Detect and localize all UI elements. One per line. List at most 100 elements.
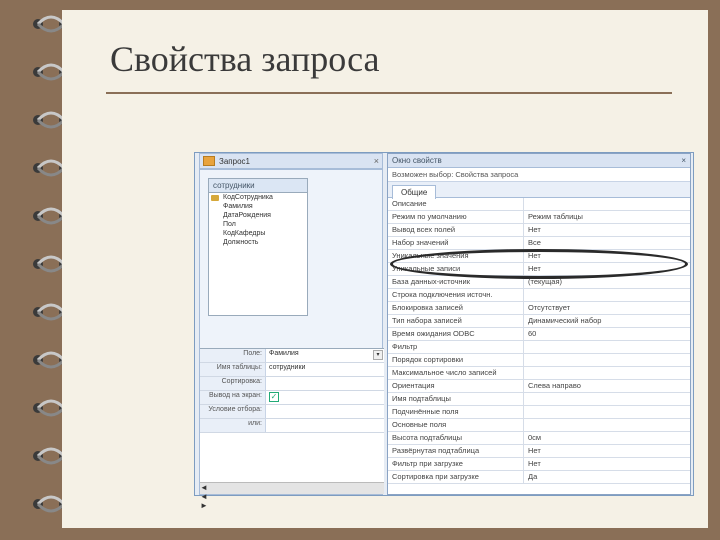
property-name: Вывод всех полей — [388, 224, 524, 236]
grid-value[interactable]: Фамилия▾ — [266, 349, 384, 362]
property-name: Описание — [388, 198, 524, 210]
property-row[interactable]: Имя подтаблицы — [388, 393, 690, 406]
property-row[interactable]: Уникальные записиНет — [388, 263, 690, 276]
property-row[interactable]: Вывод всех полейНет — [388, 224, 690, 237]
query-tab-label: Запрос1 — [219, 157, 250, 166]
property-value[interactable] — [524, 341, 690, 353]
property-row[interactable]: Набор значенийВсе — [388, 237, 690, 250]
property-row[interactable]: Описание — [388, 198, 690, 211]
property-value[interactable]: Нет — [524, 263, 690, 275]
query-tab[interactable]: Запрос1 × — [199, 153, 383, 169]
property-row[interactable]: Максимальное число записей — [388, 367, 690, 380]
scroll-left-icon[interactable]: ◄ — [200, 483, 384, 492]
property-value[interactable]: Динамический набор — [524, 315, 690, 327]
field-item[interactable]: Фамилия — [209, 202, 307, 211]
table-header: сотрудники — [209, 179, 307, 193]
field-item[interactable]: КодКафедры — [209, 229, 307, 238]
grid-row[interactable]: Условие отбора: — [200, 405, 384, 419]
query-grid: Поле:Фамилия▾Имя таблицы:сотрудникиСорти… — [200, 348, 384, 494]
grid-label: Поле: — [200, 349, 266, 362]
property-row[interactable]: Время ожидания ODBC60 — [388, 328, 690, 341]
grid-row[interactable]: Имя таблицы:сотрудники — [200, 363, 384, 377]
property-name: Основные поля — [388, 419, 524, 431]
field-item[interactable]: Пол — [209, 220, 307, 229]
scroll-left-icon[interactable]: ◄ — [200, 492, 384, 501]
property-value[interactable] — [524, 406, 690, 418]
property-name: Уникальные записи — [388, 263, 524, 275]
properties-tabstrip: Общие — [388, 182, 690, 198]
property-value[interactable] — [524, 419, 690, 431]
property-row[interactable]: Уникальные значенияНет — [388, 250, 690, 263]
grid-value[interactable] — [266, 377, 384, 390]
scroll-right-icon[interactable]: ► — [200, 501, 384, 510]
chevron-down-icon[interactable]: ▾ — [373, 350, 383, 360]
query-icon — [203, 156, 215, 166]
property-row[interactable]: Режим по умолчаниюРежим таблицы — [388, 211, 690, 224]
property-value[interactable]: 60 — [524, 328, 690, 340]
property-value[interactable] — [524, 198, 690, 210]
property-name: Набор значений — [388, 237, 524, 249]
close-icon[interactable]: × — [374, 156, 379, 166]
property-value[interactable]: Слева направо — [524, 380, 690, 392]
property-value[interactable] — [524, 289, 690, 301]
property-name: Максимальное число записей — [388, 367, 524, 379]
checkbox-icon[interactable]: ✓ — [269, 392, 279, 402]
property-name: Порядок сортировки — [388, 354, 524, 366]
grid-row[interactable]: или: — [200, 419, 384, 433]
property-row[interactable]: Основные поля — [388, 419, 690, 432]
property-row[interactable]: Фильтр при загрузкеНет — [388, 458, 690, 471]
grid-value[interactable] — [266, 419, 384, 432]
property-name: Имя подтаблицы — [388, 393, 524, 405]
page-title: Свойства запроса — [62, 10, 708, 88]
property-value[interactable] — [524, 393, 690, 405]
property-row[interactable]: Фильтр — [388, 341, 690, 354]
property-name: Время ожидания ODBC — [388, 328, 524, 340]
property-row[interactable]: Тип набора записейДинамический набор — [388, 315, 690, 328]
property-value[interactable]: Нет — [524, 458, 690, 470]
grid-row[interactable]: Поле:Фамилия▾ — [200, 349, 384, 363]
field-item[interactable]: КодСотрудника — [209, 193, 307, 202]
field-item[interactable]: Должность — [209, 238, 307, 247]
property-row[interactable]: Порядок сортировки — [388, 354, 690, 367]
property-name: Сортировка при загрузке — [388, 471, 524, 483]
property-name: Фильтр — [388, 341, 524, 353]
grid-value[interactable]: ✓ — [266, 391, 384, 404]
property-name: База данных-источник — [388, 276, 524, 288]
grid-value[interactable] — [266, 405, 384, 418]
property-row[interactable]: Блокировка записейОтсутствует — [388, 302, 690, 315]
property-value[interactable] — [524, 354, 690, 366]
property-row[interactable]: Развёрнутая подтаблицаНет — [388, 445, 690, 458]
table-box[interactable]: сотрудники КодСотрудника Фамилия ДатаРож… — [208, 178, 308, 316]
property-value[interactable]: Нет — [524, 445, 690, 457]
property-value[interactable]: Все — [524, 237, 690, 249]
slide: Свойства запроса Запрос1 × сотрудники Ко… — [62, 10, 708, 528]
design-pane: сотрудники КодСотрудника Фамилия ДатаРож… — [199, 169, 383, 495]
property-value[interactable]: Нет — [524, 250, 690, 262]
tab-general[interactable]: Общие — [392, 185, 436, 199]
grid-row[interactable]: Вывод на экран:✓ — [200, 391, 384, 405]
property-value[interactable]: Нет — [524, 224, 690, 236]
close-icon[interactable]: × — [681, 156, 686, 165]
property-name: Подчинённые поля — [388, 406, 524, 418]
grid-hscroll[interactable]: ◄ ◄ ► — [200, 482, 384, 494]
grid-row[interactable]: Сортировка: — [200, 377, 384, 391]
grid-value[interactable]: сотрудники — [266, 363, 384, 376]
property-name: Строка подключения источн. — [388, 289, 524, 301]
properties-title-bar[interactable]: Окно свойств × — [388, 154, 690, 168]
property-row[interactable]: Строка подключения источн. — [388, 289, 690, 302]
property-value[interactable]: Режим таблицы — [524, 211, 690, 223]
property-name: Ориентация — [388, 380, 524, 392]
property-row[interactable]: Сортировка при загрузкеДа — [388, 471, 690, 484]
property-value[interactable]: 0см — [524, 432, 690, 444]
property-value[interactable]: (текущая) — [524, 276, 690, 288]
property-value[interactable]: Да — [524, 471, 690, 483]
property-row[interactable]: Высота подтаблицы0см — [388, 432, 690, 445]
property-row[interactable]: ОриентацияСлева направо — [388, 380, 690, 393]
property-name: Развёрнутая подтаблица — [388, 445, 524, 457]
property-row[interactable]: База данных-источник(текущая) — [388, 276, 690, 289]
property-value[interactable]: Отсутствует — [524, 302, 690, 314]
property-row[interactable]: Подчинённые поля — [388, 406, 690, 419]
property-value[interactable] — [524, 367, 690, 379]
field-item[interactable]: ДатаРождения — [209, 211, 307, 220]
property-name: Фильтр при загрузке — [388, 458, 524, 470]
